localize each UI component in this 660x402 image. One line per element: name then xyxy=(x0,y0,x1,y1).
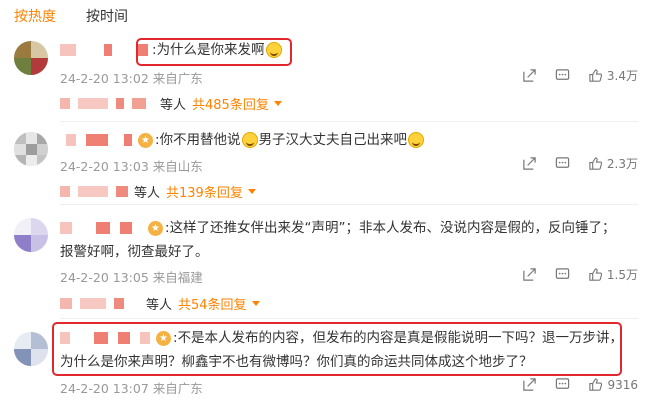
divider xyxy=(60,204,638,205)
avatar[interactable] xyxy=(14,332,48,366)
expand-replies-link[interactable]: 共485条回复 xyxy=(192,94,269,113)
comment-button[interactable] xyxy=(555,68,570,83)
like-button[interactable]: 1.5万 xyxy=(588,266,638,283)
username-blurred[interactable] xyxy=(60,44,76,56)
like-button[interactable]: 9316 xyxy=(588,377,638,392)
like-count: 1.5万 xyxy=(606,268,638,282)
share-button[interactable] xyxy=(522,377,537,392)
username-blurred[interactable] xyxy=(60,332,70,344)
thumbs-up-icon xyxy=(589,69,603,82)
comment-actions: 3.4万 xyxy=(522,67,638,84)
share-icon xyxy=(523,157,536,170)
vip-crown-icon: ★ xyxy=(148,220,163,236)
comment-icon xyxy=(555,69,570,80)
like-count: 2.3万 xyxy=(606,157,638,171)
share-button[interactable] xyxy=(522,267,537,282)
like-count: 3.4万 xyxy=(606,69,638,83)
share-icon xyxy=(523,378,537,391)
sort-tabs: 按热度 按时间 xyxy=(14,6,128,28)
comment-meta: 24-2-20 13:03 来自山东 xyxy=(60,159,203,174)
comment-item: ★:你不用替他说 男子汉大丈夫自己出来吧 24-2-20 13:03 来自山东 2… xyxy=(0,126,660,208)
reply-summary: 等人 共139条回复 xyxy=(60,182,256,201)
comment-meta: 24-2-20 13:05 来自福建 xyxy=(60,270,203,285)
thumbs-up-icon xyxy=(589,378,603,391)
laugh-tears-emoji-icon xyxy=(265,42,282,58)
comment-item: ★:这样了还推女伴出来发“声明”；非本人发布、没说内容是假的，反向锤了； 报警好… xyxy=(0,210,660,320)
comment-text: ★:你不用替他说 男子汉大丈夫自己出来吧 xyxy=(60,128,636,152)
comment-button[interactable] xyxy=(555,377,570,392)
share-icon xyxy=(523,69,536,82)
comment-text: :为什么是你来发啊 xyxy=(60,38,636,62)
comment-text: ★:不是本人发布的内容，但发布的内容是真是假能说明一下吗？退一万步讲， 为什么是… xyxy=(60,330,624,370)
avatar[interactable] xyxy=(14,132,48,166)
comment-text: ★:这样了还推女伴出来发“声明”；非本人发布、没说内容是假的，反向锤了； 报警好… xyxy=(60,220,616,260)
reply-people-label: 等人 xyxy=(160,98,187,113)
reply-summary: 等人 共54条回复 xyxy=(60,294,260,313)
tab-by-hot[interactable]: 按热度 xyxy=(14,6,56,28)
reply-people-label: 等人 xyxy=(146,298,173,313)
divider xyxy=(60,318,638,319)
comment-item: :为什么是你来发啊 24-2-20 13:02 来自广东 3.4万 等人 共48… xyxy=(0,36,660,126)
comment-icon xyxy=(555,268,570,279)
expand-replies-link[interactable]: 共139条回复 xyxy=(166,182,243,201)
laugh-tears-emoji-icon xyxy=(241,132,258,148)
avatar[interactable] xyxy=(14,41,48,75)
laugh-tears-emoji-icon xyxy=(408,132,425,148)
divider xyxy=(60,121,638,122)
like-count: 9316 xyxy=(607,377,638,392)
comment-button[interactable] xyxy=(555,267,570,282)
username-blurred[interactable] xyxy=(60,222,72,234)
expand-replies-link[interactable]: 共54条回复 xyxy=(178,294,247,313)
username-blurred[interactable] xyxy=(66,134,76,146)
comment-meta: 24-2-20 13:07 来自广东 xyxy=(60,381,203,396)
comment-body: 为什么是你来发啊 xyxy=(156,42,265,58)
avatar[interactable] xyxy=(14,218,48,252)
share-button[interactable] xyxy=(522,68,537,83)
chevron-down-icon[interactable] xyxy=(273,101,282,106)
like-button[interactable]: 3.4万 xyxy=(588,67,638,84)
comment-actions: 1.5万 xyxy=(522,266,638,283)
comment-button[interactable] xyxy=(555,156,570,171)
vip-crown-icon: ★ xyxy=(138,132,153,148)
comment-meta: 24-2-20 13:02 来自广东 xyxy=(60,71,203,86)
reply-people-label: 等人 xyxy=(134,186,161,201)
tab-by-time[interactable]: 按时间 xyxy=(86,6,128,28)
comment-icon xyxy=(555,157,570,168)
comment-actions: 2.3万 xyxy=(522,155,638,172)
like-button[interactable]: 2.3万 xyxy=(588,155,638,172)
comment-icon xyxy=(556,378,570,389)
chevron-down-icon[interactable] xyxy=(251,301,260,306)
chevron-down-icon[interactable] xyxy=(247,189,256,194)
vip-crown-icon: ★ xyxy=(156,330,171,346)
share-button[interactable] xyxy=(522,156,537,171)
comment-item: ★:不是本人发布的内容，但发布的内容是真是假能说明一下吗？退一万步讲， 为什么是… xyxy=(0,322,660,402)
thumbs-up-icon xyxy=(589,268,603,281)
reply-summary: 等人 共485条回复 xyxy=(60,94,282,113)
comment-actions: 9316 xyxy=(522,377,638,392)
share-icon xyxy=(523,268,536,281)
thumbs-up-icon xyxy=(589,157,603,170)
